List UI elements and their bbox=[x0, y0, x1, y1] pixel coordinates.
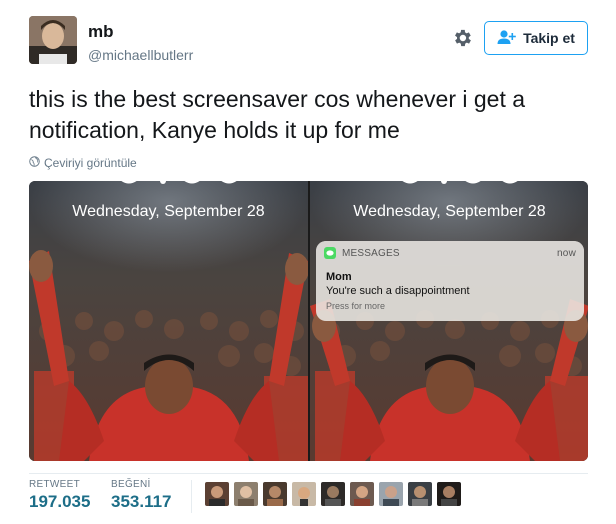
add-user-icon bbox=[497, 29, 517, 48]
stats-divider bbox=[29, 473, 588, 474]
follow-button[interactable]: Takip et bbox=[484, 21, 588, 55]
liker-avatar[interactable] bbox=[321, 482, 345, 506]
liker-avatars bbox=[205, 482, 461, 506]
retweets-label: RETWEET bbox=[29, 479, 80, 490]
messages-app-icon bbox=[324, 247, 336, 259]
lockscreen-photo bbox=[310, 181, 588, 461]
gear-icon[interactable] bbox=[451, 27, 473, 49]
user-display-name[interactable]: mb bbox=[88, 22, 114, 42]
liker-avatar[interactable] bbox=[234, 482, 258, 506]
notification-hint: Press for more bbox=[326, 301, 386, 311]
user-avatar[interactable] bbox=[29, 16, 77, 64]
liker-avatar[interactable] bbox=[350, 482, 374, 506]
notification-message: You're such a disappointment bbox=[326, 285, 470, 297]
liker-avatar[interactable] bbox=[205, 482, 229, 506]
liker-avatar[interactable] bbox=[379, 482, 403, 506]
notification-app-name: MESSAGES bbox=[342, 247, 400, 259]
liker-avatar[interactable] bbox=[408, 482, 432, 506]
liker-avatar[interactable] bbox=[292, 482, 316, 506]
lockscreen-date: Wednesday, September 28 bbox=[72, 203, 265, 220]
lockscreen-photo bbox=[29, 181, 308, 461]
liker-avatar[interactable] bbox=[437, 482, 461, 506]
tweet-text: this is the best screensaver cos wheneve… bbox=[29, 86, 526, 143]
liker-avatar[interactable] bbox=[263, 482, 287, 506]
notification-header: MESSAGES now bbox=[316, 241, 584, 265]
user-handle[interactable]: @michaellbutlerr bbox=[88, 47, 193, 63]
follow-button-label: Takip et bbox=[523, 30, 575, 46]
notification-sender: Mom bbox=[326, 271, 352, 283]
stats-separator bbox=[191, 480, 192, 513]
media-photo-right[interactable]: Wednesday, September 28 MESSAGES now Mom… bbox=[310, 181, 588, 461]
translate-link[interactable]: Çeviriyi görüntüle bbox=[29, 156, 137, 170]
lockscreen-date: Wednesday, September 28 bbox=[353, 203, 546, 220]
message-notification: MESSAGES now Mom You're such a disappoin… bbox=[316, 241, 584, 321]
tweet-media[interactable]: Wednesday, September 28 Wednesday, Septe… bbox=[29, 181, 588, 461]
notification-time: now bbox=[557, 247, 576, 259]
likes-label: BEĞENİ bbox=[111, 479, 151, 490]
retweets-count[interactable]: 197.035 bbox=[29, 492, 90, 512]
media-photo-left[interactable]: Wednesday, September 28 bbox=[29, 181, 308, 461]
likes-count[interactable]: 353.117 bbox=[111, 492, 172, 512]
translate-label: Çeviriyi görüntüle bbox=[44, 156, 137, 170]
globe-icon bbox=[29, 156, 40, 170]
